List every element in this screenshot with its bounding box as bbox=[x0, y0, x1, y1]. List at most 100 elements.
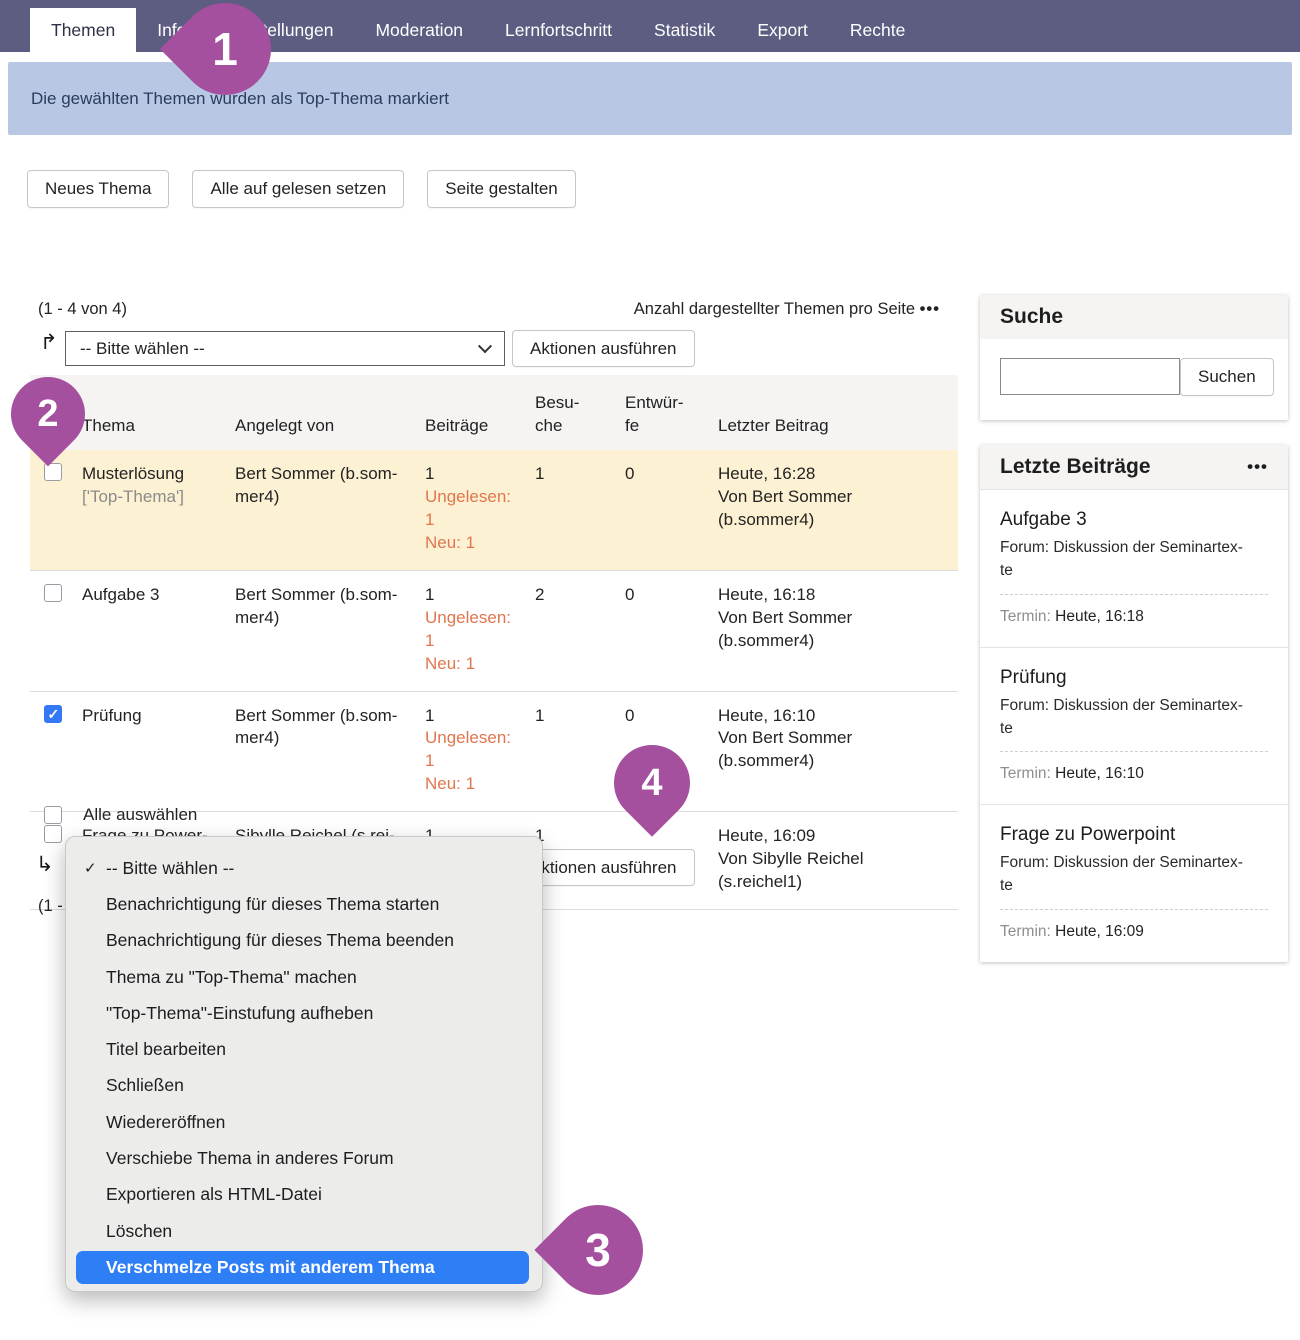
table-header-row: Thema Angelegt von Beiträge Besu- che En… bbox=[30, 375, 958, 450]
per-page-more-icon[interactable]: ••• bbox=[920, 300, 940, 318]
check-icon: ✓ bbox=[84, 859, 97, 877]
apply-selection-arrow-icon: ↳ bbox=[36, 852, 54, 877]
menu-item-wiedereroeffnen[interactable]: Wiedereröffnen bbox=[66, 1104, 542, 1140]
last-post-author[interactable]: Von Bert Sommer (b.sommer4) bbox=[718, 728, 852, 770]
tab-themen[interactable]: Themen bbox=[30, 8, 136, 52]
new-topic-button[interactable]: Neues Thema bbox=[27, 170, 169, 208]
table-row: Aufgabe 3 Bert Sommer (b.som- mer4) 1Ung… bbox=[30, 571, 958, 692]
termin-label: Termin: bbox=[1000, 608, 1051, 625]
termin-value: Heute, 16:18 bbox=[1055, 608, 1144, 625]
col-header-entwuerfe: Entwür- fe bbox=[625, 392, 718, 438]
last-post-author[interactable]: Von Sibylle Reichel (s.reichel1) bbox=[718, 849, 864, 891]
table-row: Musterlösung ['Top-Thema'] Bert Sommer (b… bbox=[30, 450, 958, 571]
latest-posts-title: Letzte Beiträge bbox=[1000, 455, 1151, 479]
latest-post-title[interactable]: Aufgabe 3 bbox=[1000, 509, 1268, 531]
menu-item-top-thema-machen[interactable]: Thema zu "Top-Thema" machen bbox=[66, 959, 542, 995]
last-post-author[interactable]: Von Bert Sommer (b.sommer4) bbox=[718, 608, 852, 650]
latest-posts-panel: Letzte Beiträge ••• Aufgabe 3 Forum: Dis… bbox=[980, 445, 1288, 962]
tab-lernfortschritt[interactable]: Lernfortschritt bbox=[484, 8, 633, 52]
col-header-letzter-beitrag: Letzter Beitrag bbox=[718, 415, 958, 438]
unread-count: Ungelesen: 1 bbox=[425, 486, 525, 532]
row-checkbox[interactable] bbox=[44, 825, 62, 843]
tab-export[interactable]: Export bbox=[736, 8, 829, 52]
last-post-time: Heute, 16:09 bbox=[718, 825, 948, 848]
design-page-button[interactable]: Seite gestalten bbox=[427, 170, 575, 208]
latest-post-title[interactable]: Prüfung bbox=[1000, 667, 1268, 689]
latest-posts-more-icon[interactable]: ••• bbox=[1247, 457, 1268, 477]
visits-count: 1 bbox=[535, 705, 625, 797]
row-checkbox-checked[interactable] bbox=[44, 705, 62, 723]
list-item: Prüfung Forum: Diskussion der Seminartex… bbox=[980, 647, 1288, 805]
latest-post-forum: Forum: Diskussion der Seminartex- te bbox=[1000, 694, 1268, 741]
execute-actions-button-top[interactable]: Aktionen ausführen bbox=[512, 330, 695, 367]
annotation-marker-3: 3 bbox=[534, 1186, 661, 1313]
mark-all-read-button[interactable]: Alle auf gelesen setzen bbox=[192, 170, 404, 208]
topics-table: Thema Angelegt von Beiträge Besu- che En… bbox=[30, 375, 958, 910]
last-post-time: Heute, 16:28 bbox=[718, 463, 948, 486]
visits-count: 1 bbox=[535, 463, 625, 555]
new-count: Neu: 1 bbox=[425, 532, 525, 555]
visits-count: 2 bbox=[535, 584, 625, 676]
latest-post-forum: Forum: Diskussion der Seminartex- te bbox=[1000, 851, 1268, 898]
drafts-count: 0 bbox=[625, 463, 718, 555]
posts-count: 1 bbox=[425, 584, 525, 607]
col-header-beitraege: Beiträge bbox=[425, 415, 535, 438]
latest-post-title[interactable]: Frage zu Powerpoint bbox=[1000, 824, 1268, 846]
col-header-thema: Thema bbox=[82, 415, 235, 438]
last-post-author[interactable]: Von Bert Sommer (b.sommer4) bbox=[718, 487, 852, 529]
pagination-top: (1 - 4 von 4) bbox=[38, 300, 127, 319]
search-input[interactable] bbox=[1000, 358, 1180, 395]
created-by: Bert Sommer (b.som- mer4) bbox=[235, 463, 425, 555]
select-all-label: Alle auswählen bbox=[83, 805, 197, 825]
menu-item-schliessen[interactable]: Schließen bbox=[66, 1068, 542, 1104]
unread-count: Ungelesen: 1 bbox=[425, 727, 525, 773]
menu-item-benachrichtigung-starten[interactable]: Benachrichtigung für dieses Thema starte… bbox=[66, 886, 542, 922]
topic-title[interactable]: Musterlösung bbox=[82, 464, 184, 483]
menu-item-top-thema-aufheben[interactable]: "Top-Thema"-Einstufung aufheben bbox=[66, 995, 542, 1031]
search-panel: Suche Suchen bbox=[980, 295, 1288, 420]
topic-title[interactable]: Aufgabe 3 bbox=[82, 585, 160, 604]
posts-count: 1 bbox=[425, 463, 525, 486]
annotation-marker-4: 4 bbox=[598, 729, 705, 836]
per-page-label: Anzahl dargestellter Themen pro Seite bbox=[634, 300, 915, 318]
actions-dropdown-menu: ✓-- Bitte wählen -- Benachrichtigung für… bbox=[65, 836, 543, 1292]
per-page-control[interactable]: Anzahl dargestellter Themen pro Seite ••… bbox=[634, 300, 940, 319]
tab-moderation[interactable]: Moderation bbox=[354, 8, 484, 52]
menu-item-benachrichtigung-beenden[interactable]: Benachrichtigung für dieses Thema beende… bbox=[66, 923, 542, 959]
posts-count: 1 bbox=[425, 705, 525, 728]
new-count: Neu: 1 bbox=[425, 773, 525, 796]
list-item: Frage zu Powerpoint Forum: Diskussion de… bbox=[980, 804, 1288, 962]
topic-title[interactable]: Prüfung bbox=[82, 706, 142, 725]
created-by: Bert Sommer (b.som- mer4) bbox=[235, 584, 425, 676]
tab-statistik[interactable]: Statistik bbox=[633, 8, 736, 52]
new-count: Neu: 1 bbox=[425, 653, 525, 676]
select-all-checkbox[interactable] bbox=[44, 806, 62, 824]
created-by: Bert Sommer (b.som- mer4) bbox=[235, 705, 425, 797]
top-thema-badge: ['Top-Thema'] bbox=[82, 486, 225, 509]
chevron-down-icon bbox=[478, 339, 492, 353]
menu-item-loeschen[interactable]: Löschen bbox=[66, 1213, 542, 1249]
col-header-angelegt-von: Angelegt von bbox=[235, 415, 425, 438]
select-all-row: Alle auswählen bbox=[44, 805, 197, 825]
termin-value: Heute, 16:09 bbox=[1055, 923, 1144, 940]
menu-item-bitte-waehlen[interactable]: ✓-- Bitte wählen -- bbox=[66, 850, 542, 886]
search-button[interactable]: Suchen bbox=[1180, 358, 1274, 396]
termin-label: Termin: bbox=[1000, 765, 1051, 782]
action-select-top[interactable]: -- Bitte wählen -- bbox=[65, 331, 505, 366]
action-select-value: -- Bitte wählen -- bbox=[80, 339, 205, 359]
menu-item-verschiebe-thema[interactable]: Verschiebe Thema in anderes Forum bbox=[66, 1140, 542, 1176]
menu-item-exportieren-html[interactable]: Exportieren als HTML-Datei bbox=[66, 1177, 542, 1213]
menu-item-titel-bearbeiten[interactable]: Titel bearbeiten bbox=[66, 1031, 542, 1067]
drafts-count: 0 bbox=[625, 584, 718, 676]
search-panel-title: Suche bbox=[1000, 305, 1063, 329]
row-checkbox[interactable] bbox=[44, 584, 62, 602]
menu-item-verschmelze-posts[interactable]: Verschmelze Posts mit anderem Thema bbox=[76, 1251, 529, 1284]
last-post-time: Heute, 16:10 bbox=[718, 705, 948, 728]
termin-label: Termin: bbox=[1000, 923, 1051, 940]
col-header-besuche: Besu- che bbox=[535, 392, 625, 438]
list-item: Aufgabe 3 Forum: Diskussion der Seminart… bbox=[980, 489, 1288, 647]
termin-value: Heute, 16:10 bbox=[1055, 765, 1144, 782]
last-post-time: Heute, 16:18 bbox=[718, 584, 948, 607]
tab-rechte[interactable]: Rechte bbox=[829, 8, 926, 52]
latest-post-forum: Forum: Diskussion der Seminartex- te bbox=[1000, 536, 1268, 583]
